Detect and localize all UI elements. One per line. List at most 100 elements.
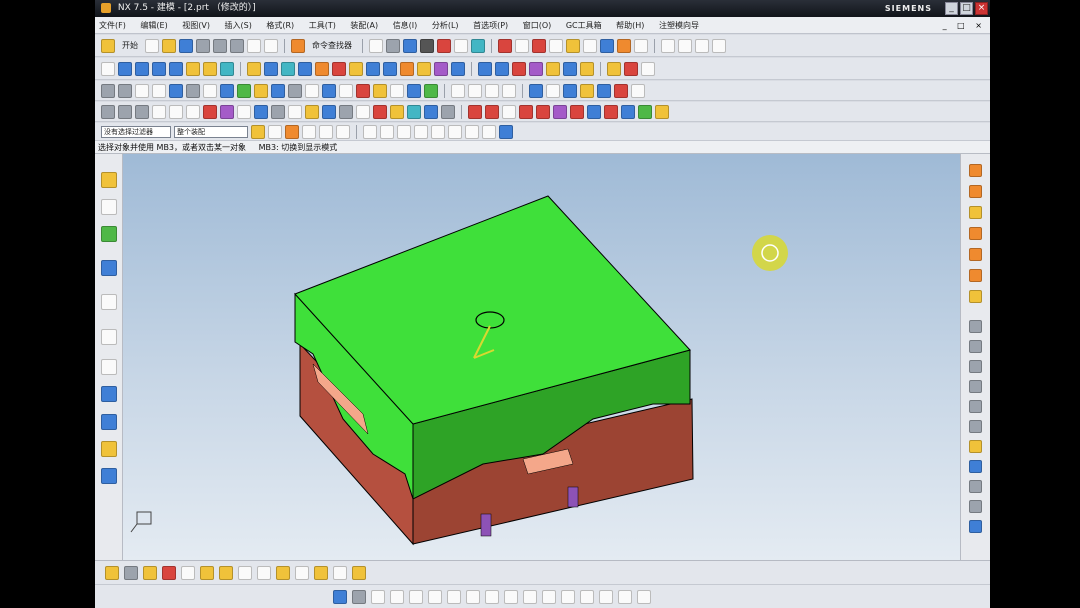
select-feature-icon[interactable] [268, 124, 282, 139]
warning-icon[interactable] [373, 83, 387, 98]
mirror-curve-icon[interactable] [219, 565, 233, 580]
slider-lifter-icon[interactable] [969, 380, 982, 393]
snap-existing-point-icon[interactable] [499, 124, 513, 139]
sketch-circle-icon[interactable] [428, 589, 442, 604]
graphics-window[interactable] [123, 154, 960, 560]
polygon-icon[interactable] [276, 565, 290, 580]
datum-axis-icon[interactable] [532, 38, 546, 53]
history-icon[interactable] [101, 294, 117, 310]
through-curves-icon[interactable] [169, 83, 183, 98]
grid-icon[interactable] [407, 83, 421, 98]
menu-mold-wizard[interactable]: 注塑模向导 [659, 17, 699, 34]
menu-information[interactable]: 信息(I) [393, 17, 418, 34]
cliff-blend-icon[interactable] [604, 104, 618, 119]
trim-body-icon[interactable] [298, 61, 312, 76]
section-curve-icon[interactable] [624, 61, 638, 76]
ellipse-icon[interactable] [295, 565, 309, 580]
menu-gc-toolkit[interactable]: GC工具箱 [566, 17, 602, 34]
dimension-icon[interactable] [143, 565, 157, 580]
edit-parameters-icon[interactable] [101, 104, 115, 119]
sync-offset-region-icon[interactable] [512, 61, 526, 76]
save-icon[interactable] [179, 38, 193, 53]
render-style-icon[interactable] [420, 38, 434, 53]
menu-window[interactable]: 窗口(O) [523, 17, 552, 34]
curvature-icon[interactable] [597, 83, 611, 98]
layer-settings-icon[interactable] [424, 104, 438, 119]
menu-file[interactable]: 文件(F) [99, 17, 126, 34]
snap-view-icon[interactable] [471, 38, 485, 53]
expression-icon[interactable] [288, 104, 302, 119]
reorder-icon[interactable] [152, 104, 166, 119]
sketch-corner-icon[interactable] [561, 589, 575, 604]
maximize-button[interactable]: □ [960, 2, 973, 15]
intersect-icon[interactable] [281, 61, 295, 76]
split-body-icon[interactable] [315, 61, 329, 76]
pattern-icon[interactable] [417, 61, 431, 76]
snap-endpoint-icon[interactable] [363, 124, 377, 139]
snap-center-icon[interactable] [431, 124, 445, 139]
trimmed-sheet-icon[interactable] [305, 83, 319, 98]
spreadsheet-icon[interactable] [305, 104, 319, 119]
quick-trim-icon[interactable] [162, 565, 176, 580]
sketch-constraint-icon[interactable] [618, 589, 632, 604]
hide-icon[interactable] [339, 104, 353, 119]
delay-update-icon[interactable] [271, 104, 285, 119]
sync-constrain-face-icon[interactable] [580, 61, 594, 76]
corner-blend-icon[interactable] [570, 104, 584, 119]
sync-replace-face-icon[interactable] [529, 61, 543, 76]
sync-move-face-icon[interactable] [478, 61, 492, 76]
show-all-icon[interactable] [390, 104, 404, 119]
object-display-icon[interactable] [322, 104, 336, 119]
menu-tools[interactable]: 工具(T) [309, 17, 336, 34]
thicken-icon[interactable] [451, 61, 465, 76]
unite-icon[interactable] [247, 61, 261, 76]
arc-icon[interactable] [678, 38, 692, 53]
lasso-select-icon[interactable] [336, 124, 350, 139]
constraint-icon[interactable] [124, 565, 138, 580]
sketch-tools-icon[interactable] [105, 565, 119, 580]
soft-blend-icon[interactable] [519, 104, 533, 119]
view-hourglass-icon[interactable] [502, 83, 516, 98]
face-blend-icon[interactable] [502, 104, 516, 119]
revolve-icon[interactable] [135, 61, 149, 76]
fit-view-icon[interactable] [369, 38, 383, 53]
align-icon[interactable] [638, 104, 652, 119]
sketch-icon[interactable] [498, 38, 512, 53]
snap-midpoint-icon[interactable] [380, 124, 394, 139]
variable-blend-icon[interactable] [553, 104, 567, 119]
view-top-icon[interactable] [485, 83, 499, 98]
extract-face-icon[interactable] [271, 83, 285, 98]
replace-face-icon[interactable] [118, 83, 132, 98]
roles-icon[interactable] [101, 386, 117, 402]
mold-wizard-init-icon[interactable] [969, 164, 982, 177]
type-filter-combo[interactable]: 没有选择过滤器 [101, 125, 171, 138]
menu-edit[interactable]: 编辑(E) [140, 17, 167, 34]
unsuppress-icon[interactable] [203, 104, 217, 119]
snap-point-on-face-icon[interactable] [482, 124, 496, 139]
snap-point-on-curve-icon[interactable] [465, 124, 479, 139]
m-tool-icon[interactable] [390, 83, 404, 98]
sketch-fillet-icon[interactable] [447, 589, 461, 604]
deviation-icon[interactable] [580, 83, 594, 98]
blend-icon[interactable] [468, 104, 482, 119]
edge-blend-icon[interactable] [332, 61, 346, 76]
subtract-icon[interactable] [264, 61, 278, 76]
delete-face-icon[interactable] [356, 83, 370, 98]
join-face-icon[interactable] [322, 83, 336, 98]
selection-intent-icon[interactable] [302, 124, 316, 139]
curve-from-bodies-icon[interactable] [607, 61, 621, 76]
style-blend-icon[interactable] [587, 104, 601, 119]
bom-icon[interactable] [969, 500, 982, 513]
sphere-icon[interactable] [186, 61, 200, 76]
hole-icon[interactable] [203, 61, 217, 76]
quick-extend-icon[interactable] [181, 565, 195, 580]
pattern-face-icon[interactable] [101, 83, 115, 98]
system-scene-icon[interactable] [101, 414, 117, 430]
suppress-icon[interactable] [186, 104, 200, 119]
edit-position-icon[interactable] [118, 104, 132, 119]
snap-quadrant-icon[interactable] [448, 124, 462, 139]
part-navigator-icon[interactable] [101, 199, 117, 215]
curve-icon[interactable] [333, 565, 347, 580]
line-icon[interactable] [661, 38, 675, 53]
sketch-plane-icon[interactable] [101, 61, 115, 76]
